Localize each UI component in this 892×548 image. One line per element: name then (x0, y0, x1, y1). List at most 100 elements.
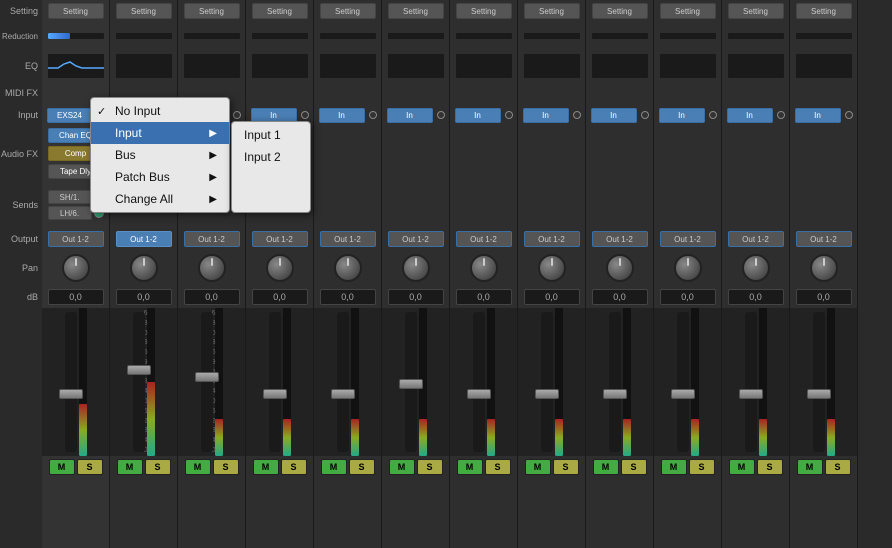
input-slot-1[interactable]: EXS24 (47, 108, 93, 123)
pan-knob-11[interactable] (742, 254, 770, 282)
fader-handle-2[interactable] (127, 365, 151, 375)
db-display-2[interactable]: 0,0 (116, 289, 172, 305)
solo-btn-11[interactable]: S (757, 459, 783, 475)
submenu-item-input1[interactable]: Input 1 (232, 124, 310, 146)
fader-handle-5[interactable] (331, 389, 355, 399)
output-slot-2[interactable]: Out 1-2 (116, 231, 172, 247)
eq-display-3[interactable] (184, 54, 240, 78)
fader-handle-8[interactable] (535, 389, 559, 399)
fader-handle-10[interactable] (671, 389, 695, 399)
eq-display-4[interactable] (252, 54, 308, 78)
setting-btn-6[interactable]: Setting (388, 3, 444, 19)
eq-display-5[interactable] (320, 54, 376, 78)
input-slot-7[interactable]: In (455, 108, 501, 123)
setting-btn-11[interactable]: Setting (728, 3, 784, 19)
setting-btn-7[interactable]: Setting (456, 3, 512, 19)
mute-btn-4[interactable]: M (253, 459, 279, 475)
db-display-10[interactable]: 0,0 (660, 289, 716, 305)
input-indicator-11[interactable] (777, 111, 785, 119)
pan-knob-1[interactable] (62, 254, 90, 282)
setting-btn-10[interactable]: Setting (660, 3, 716, 19)
db-display-6[interactable]: 0,0 (388, 289, 444, 305)
solo-btn-7[interactable]: S (485, 459, 511, 475)
solo-btn-4[interactable]: S (281, 459, 307, 475)
db-display-4[interactable]: 0,0 (252, 289, 308, 305)
solo-btn-12[interactable]: S (825, 459, 851, 475)
setting-btn-5[interactable]: Setting (320, 3, 376, 19)
setting-btn-8[interactable]: Setting (524, 3, 580, 19)
input-slot-12[interactable]: In (795, 108, 841, 123)
setting-btn-3[interactable]: Setting (184, 3, 240, 19)
solo-btn-3[interactable]: S (213, 459, 239, 475)
solo-btn-9[interactable]: S (621, 459, 647, 475)
output-slot-1[interactable]: Out 1-2 (48, 231, 104, 247)
eq-display-10[interactable] (660, 54, 716, 78)
pan-knob-2[interactable] (130, 254, 158, 282)
eq-display-7[interactable] (456, 54, 512, 78)
output-slot-4[interactable]: Out 1-2 (252, 231, 308, 247)
output-slot-8[interactable]: Out 1-2 (524, 231, 580, 247)
send-slot-1-1[interactable]: SH/1. (48, 190, 92, 204)
solo-btn-10[interactable]: S (689, 459, 715, 475)
db-display-1[interactable]: 0,0 (48, 289, 104, 305)
output-slot-6[interactable]: Out 1-2 (388, 231, 444, 247)
fader-handle-12[interactable] (807, 389, 831, 399)
db-display-8[interactable]: 0,0 (524, 289, 580, 305)
mute-btn-11[interactable]: M (729, 459, 755, 475)
fader-handle-4[interactable] (263, 389, 287, 399)
eq-display-6[interactable] (388, 54, 444, 78)
eq-display-8[interactable] (524, 54, 580, 78)
input-indicator-10[interactable] (709, 111, 717, 119)
mute-btn-8[interactable]: M (525, 459, 551, 475)
solo-btn-2[interactable]: S (145, 459, 171, 475)
fader-handle-7[interactable] (467, 389, 491, 399)
setting-btn-9[interactable]: Setting (592, 3, 648, 19)
output-slot-12[interactable]: Out 1-2 (796, 231, 852, 247)
menu-item-change-all[interactable]: Change All ▶ (91, 188, 229, 210)
setting-btn-12[interactable]: Setting (796, 3, 852, 19)
mute-btn-5[interactable]: M (321, 459, 347, 475)
input-slot-10[interactable]: In (659, 108, 705, 123)
input-slot-6[interactable]: In (387, 108, 433, 123)
pan-knob-6[interactable] (402, 254, 430, 282)
input-indicator-7[interactable] (505, 111, 513, 119)
output-slot-10[interactable]: Out 1-2 (660, 231, 716, 247)
menu-item-input[interactable]: Input ▶ (91, 122, 229, 144)
eq-display-12[interactable] (796, 54, 852, 78)
menu-item-patch-bus[interactable]: Patch Bus ▶ (91, 166, 229, 188)
output-slot-3[interactable]: Out 1-2 (184, 231, 240, 247)
pan-knob-12[interactable] (810, 254, 838, 282)
db-display-3[interactable]: 0,0 (184, 289, 240, 305)
fader-handle-3[interactable] (195, 372, 219, 382)
mute-btn-9[interactable]: M (593, 459, 619, 475)
setting-btn-4[interactable]: Setting (252, 3, 308, 19)
pan-knob-9[interactable] (606, 254, 634, 282)
setting-btn-2[interactable]: Setting (116, 3, 172, 19)
pan-knob-3[interactable] (198, 254, 226, 282)
input-slot-8[interactable]: In (523, 108, 569, 123)
setting-btn-1[interactable]: Setting (48, 3, 104, 19)
eq-display-2[interactable] (116, 54, 172, 78)
eq-display-9[interactable] (592, 54, 648, 78)
input-slot-5[interactable]: In (319, 108, 365, 123)
fader-handle-1[interactable] (59, 389, 83, 399)
output-slot-5[interactable]: Out 1-2 (320, 231, 376, 247)
eq-display-1[interactable] (48, 54, 104, 78)
eq-display-11[interactable] (728, 54, 784, 78)
mute-btn-2[interactable]: M (117, 459, 143, 475)
solo-btn-6[interactable]: S (417, 459, 443, 475)
fader-handle-9[interactable] (603, 389, 627, 399)
input-indicator-5[interactable] (369, 111, 377, 119)
db-display-11[interactable]: 0,0 (728, 289, 784, 305)
pan-knob-5[interactable] (334, 254, 362, 282)
solo-btn-5[interactable]: S (349, 459, 375, 475)
submenu-item-input2[interactable]: Input 2 (232, 146, 310, 168)
db-display-12[interactable]: 0,0 (796, 289, 852, 305)
mute-btn-3[interactable]: M (185, 459, 211, 475)
output-slot-11[interactable]: Out 1-2 (728, 231, 784, 247)
mute-btn-10[interactable]: M (661, 459, 687, 475)
pan-knob-7[interactable] (470, 254, 498, 282)
pan-knob-8[interactable] (538, 254, 566, 282)
mute-btn-12[interactable]: M (797, 459, 823, 475)
solo-btn-8[interactable]: S (553, 459, 579, 475)
